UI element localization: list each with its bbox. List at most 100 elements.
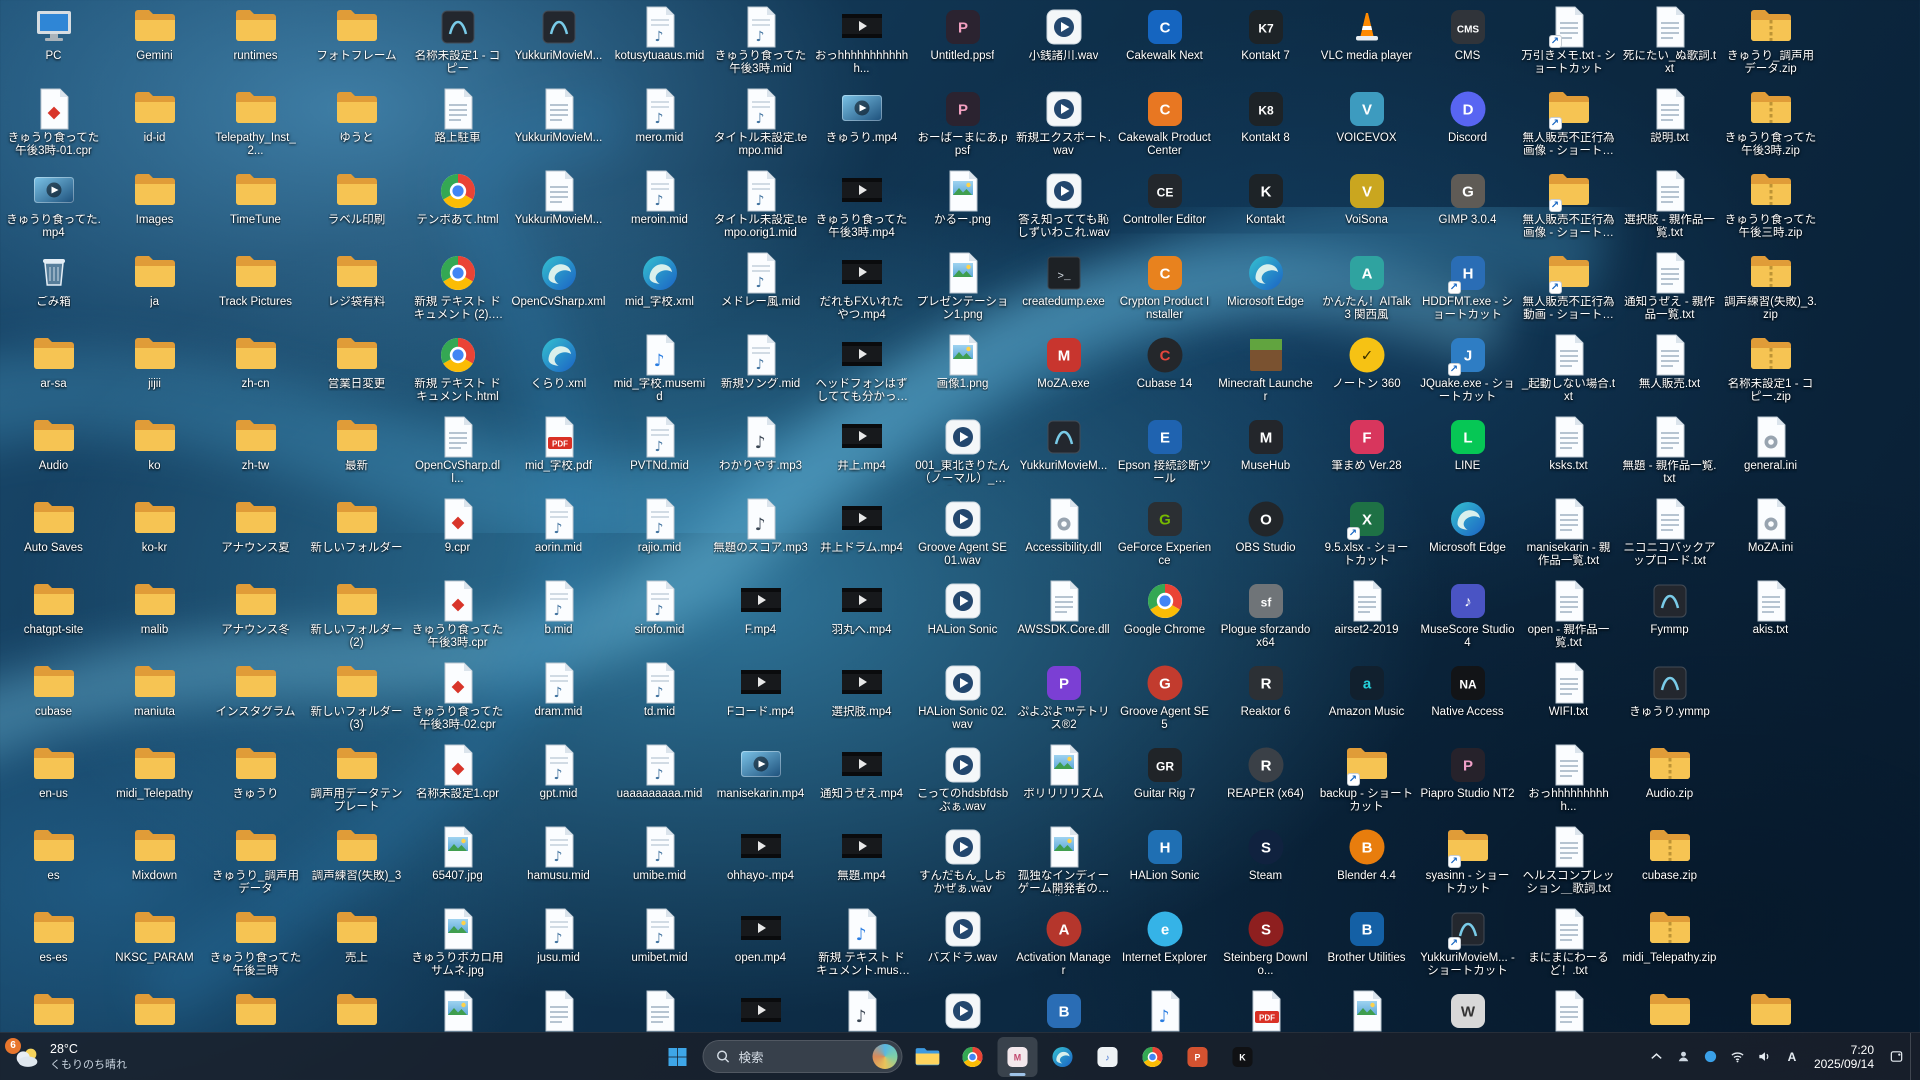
desktop-icon[interactable]: ♪jusu.mid — [511, 904, 606, 965]
user-presence-icon[interactable] — [1671, 1041, 1697, 1073]
desktop-icon[interactable]: 新しいフォルダー (3) — [309, 658, 404, 732]
desktop-icon[interactable]: aAmazon Music — [1319, 658, 1414, 719]
desktop-icon[interactable]: _起動しない場合.txt — [1521, 330, 1616, 404]
desktop-icon[interactable]: AActivation Manager — [1016, 904, 1111, 978]
desktop-icon[interactable]: GGIMP 3.0.4 — [1420, 166, 1515, 227]
desktop-icon[interactable]: ♪MuseScore Studio 4 — [1420, 576, 1515, 650]
desktop-icon[interactable]: ♪ — [1117, 986, 1212, 1033]
desktop-icon[interactable]: NKSC_PARAM — [107, 904, 202, 965]
desktop-icon[interactable]: PC — [6, 2, 101, 63]
desktop-icon[interactable]: ko — [107, 412, 202, 473]
desktop-icon[interactable]: general.ini — [1723, 412, 1818, 473]
desktop-icon[interactable]: ♪dram.mid — [511, 658, 606, 719]
desktop-icon[interactable]: きゅうりボカロ用サムネ.jpg — [410, 904, 505, 978]
desktop-icon[interactable]: Pおーばーまにあ.ppsf — [915, 84, 1010, 158]
desktop-icon[interactable]: 新しいフォルダー (2) — [309, 576, 404, 650]
desktop-icon[interactable]: ヘッドフォンはずしてても分かっh.mp4 — [814, 330, 909, 404]
desktop-icon[interactable]: Groove Agent SE 01.wav — [915, 494, 1010, 568]
tray-blue-app-icon[interactable] — [1698, 1041, 1724, 1073]
desktop-icon[interactable]: 選択肢 - 親作品一覧.txt — [1622, 166, 1717, 240]
desktop-icon[interactable]: こってのhdsbfdsbぶぁ.wav — [915, 740, 1010, 814]
desktop-icon[interactable]: ↗syasinn - ショートカット — [1420, 822, 1515, 896]
desktop-icon[interactable]: zh-cn — [208, 330, 303, 391]
desktop-icon[interactable]: かるー.png — [915, 166, 1010, 227]
notification-center-icon[interactable] — [1883, 1041, 1909, 1073]
desktop-icon[interactable] — [1622, 986, 1717, 1033]
desktop-icon[interactable]: 新規エクスポート.wav — [1016, 84, 1111, 158]
desktop-icon[interactable]: ♪無題のスコア.mp3 — [713, 494, 808, 555]
desktop-icon[interactable]: Accessibility.dll — [1016, 494, 1111, 555]
taskbar-app-powerpoint[interactable]: P — [1178, 1037, 1218, 1077]
desktop-icon[interactable]: J↗JQuake.exe - ショートカット — [1420, 330, 1515, 404]
desktop-icon[interactable]: ↗無人販売不正行為 画像 - ショートカッ... — [1521, 84, 1616, 158]
desktop-icon[interactable]: バズドラ.wav — [915, 904, 1010, 965]
desktop-icon[interactable]: Pぷよぷよ™テトリス®2 — [1016, 658, 1111, 732]
desktop-icon[interactable]: きゅうり食ってた午後3時-02.cpr — [410, 658, 505, 732]
desktop-icon[interactable]: manisekarin - 親作品一覧.txt — [1521, 494, 1616, 568]
desktop-icon[interactable]: すんだもん_しおかぜぁ.wav — [915, 822, 1010, 896]
desktop-icon[interactable]: HHALion Sonic — [1117, 822, 1212, 883]
desktop-icon[interactable]: 9.cpr — [410, 494, 505, 555]
desktop-icon[interactable]: ♪umibe.mid — [612, 822, 707, 883]
desktop-icon[interactable]: ♪タイトル未設定.tempo.orig1.mid — [713, 166, 808, 240]
desktop-icon[interactable]: 001_東北きりたん（ノーマル）_今しゃ... — [915, 412, 1010, 486]
desktop-icon[interactable]: Track Pictures — [208, 248, 303, 309]
desktop-icon[interactable]: ♪gpt.mid — [511, 740, 606, 801]
taskbar-app-active-media-app[interactable]: M — [998, 1037, 1038, 1077]
taskbar-app-k-app[interactable]: K — [1223, 1037, 1263, 1077]
desktop-icon[interactable]: Gemini — [107, 2, 202, 63]
taskbar-app-google-chrome[interactable] — [953, 1037, 993, 1077]
desktop-icon[interactable]: CMSCMS — [1420, 2, 1515, 63]
desktop-icon[interactable]: ヘルスコンプレッション＿歌詞.txt — [1521, 822, 1616, 896]
desktop-icon[interactable]: SSteinberg Downlo... — [1218, 904, 1313, 978]
desktop-icon[interactable]: malib — [107, 576, 202, 637]
desktop-icon[interactable]: YukkuriMovieM... — [511, 166, 606, 227]
desktop-icon[interactable]: Fymmp — [1622, 576, 1717, 637]
desktop-icon[interactable]: MMoZA.exe — [1016, 330, 1111, 391]
desktop-icon[interactable]: きゅうり食ってた午後3時-01.cpr — [6, 84, 101, 158]
desktop-icon[interactable]: 無人販売.txt — [1622, 330, 1717, 391]
desktop-icon[interactable]: eInternet Explorer — [1117, 904, 1212, 965]
desktop-icon[interactable]: WIFI.txt — [1521, 658, 1616, 719]
desktop-icon[interactable]: Audio — [6, 412, 101, 473]
desktop-icon[interactable]: KKontakt — [1218, 166, 1313, 227]
desktop-icon[interactable]: 売上 — [309, 904, 404, 965]
desktop-icon[interactable]: GGeForce Experience — [1117, 494, 1212, 568]
desktop-icon[interactable]: mid_字校.xml — [612, 248, 707, 309]
desktop-icon[interactable]: ♪わかりやす.mp3 — [713, 412, 808, 473]
desktop-icon[interactable]: PUntitled.ppsf — [915, 2, 1010, 63]
desktop-icon[interactable]: 調声練習(失敗)_3.zip — [1723, 248, 1818, 322]
desktop-icon[interactable]: ohhayo-.mp4 — [713, 822, 808, 883]
desktop-icon[interactable]: 名称未設定1 - コピー.zip — [1723, 330, 1818, 404]
desktop-icon[interactable]: MMuseHub — [1218, 412, 1313, 473]
desktop-icon[interactable]: ポリリリリズム — [1016, 740, 1111, 801]
desktop-icon[interactable]: airset2-2019 — [1319, 576, 1414, 637]
desktop-icon[interactable] — [410, 986, 505, 1033]
desktop-icon[interactable]: Images — [107, 166, 202, 227]
desktop-icon[interactable]: Auto Saves — [6, 494, 101, 555]
desktop-icon[interactable]: 名称未設定1 - コピー — [410, 2, 505, 76]
desktop-icon[interactable]: H↗HDDFMT.exe - ショートカット — [1420, 248, 1515, 322]
desktop-icon[interactable]: CCakewalk Product Center — [1117, 84, 1212, 158]
desktop-icon[interactable]: 無題.mp4 — [814, 822, 909, 883]
desktop-icon[interactable]: AWSSDK.Core.dll — [1016, 576, 1111, 637]
desktop-icon[interactable]: cubase — [6, 658, 101, 719]
desktop-icon[interactable]: ♪メドレー風.mid — [713, 248, 808, 309]
desktop-icon[interactable]: ♪aorin.mid — [511, 494, 606, 555]
desktop-icon[interactable]: PPiapro Studio NT2 — [1420, 740, 1515, 801]
desktop-icon[interactable] — [1521, 986, 1616, 1033]
desktop-icon[interactable]: ♪umibet.mid — [612, 904, 707, 965]
desktop-icon[interactable]: HALion Sonic — [915, 576, 1010, 637]
desktop-icon[interactable]: Fコード.mp4 — [713, 658, 808, 719]
desktop-icon[interactable]: NANative Access — [1420, 658, 1515, 719]
desktop-icon[interactable]: ニコニコバックアップロード.txt — [1622, 494, 1717, 568]
desktop[interactable]: PCGeminiruntimesフォトフレーム名称未設定1 - コピーYukku… — [0, 0, 1920, 1032]
wifi-icon[interactable] — [1725, 1041, 1751, 1073]
desktop-icon[interactable]: OpenCvSharp.xml — [511, 248, 606, 309]
desktop-icon[interactable]: ♪rajio.mid — [612, 494, 707, 555]
ime-indicator[interactable]: A — [1779, 1041, 1805, 1073]
desktop-icon[interactable]: DDiscord — [1420, 84, 1515, 145]
desktop-icon[interactable]: ♪mid_字校.musemid — [612, 330, 707, 404]
desktop-icon[interactable]: zh-tw — [208, 412, 303, 473]
desktop-icon[interactable]: MoZA.ini — [1723, 494, 1818, 555]
